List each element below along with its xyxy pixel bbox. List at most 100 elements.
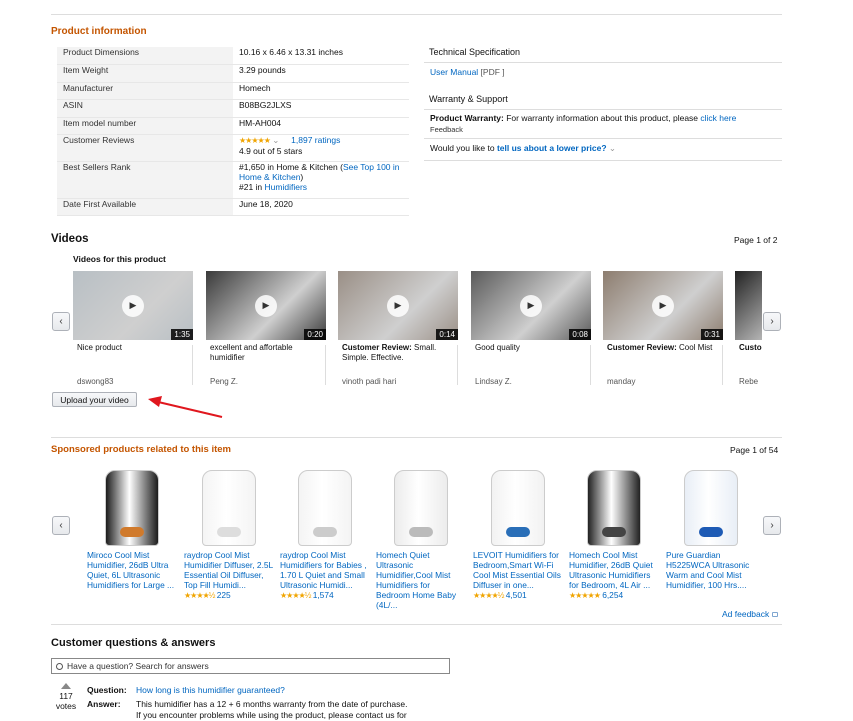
- product-title-link[interactable]: Miroco Cool Mist Humidifier, 26dB Ultra …: [87, 550, 177, 590]
- question-link[interactable]: How long is this humidifier guaranteed?: [136, 685, 285, 695]
- search-icon: [56, 663, 63, 670]
- video-author: Lindsay Z.: [475, 377, 512, 386]
- sponsored-prev-button[interactable]: ‹: [52, 516, 70, 535]
- tech-spec-title: Technical Specification: [424, 47, 782, 57]
- card-divider: [590, 345, 591, 385]
- info-value: Homech: [233, 82, 409, 99]
- video-card[interactable]: ▶0:20 excellent and affortable humidifier…: [206, 271, 326, 386]
- upload-video-button[interactable]: Upload your video: [52, 392, 137, 407]
- video-card[interactable]: ▶0:08 Good quality Lindsay Z.: [471, 271, 591, 386]
- ratings-count-link[interactable]: 1,897 ratings: [291, 135, 340, 145]
- video-caption-bold: Customer Review:: [607, 343, 677, 352]
- lower-price-link[interactable]: tell us about a lower price?: [497, 143, 607, 153]
- warranty-click-here-link[interactable]: click here: [700, 113, 736, 123]
- rating-count: 225: [217, 590, 231, 600]
- play-icon[interactable]: ▶: [652, 295, 674, 317]
- humidifiers-link[interactable]: Humidifiers: [265, 182, 308, 192]
- sponsored-product-card[interactable]: Homech Cool Mist Humidifier, 26dB Quiet …: [569, 466, 659, 600]
- play-icon[interactable]: ▶: [255, 295, 277, 317]
- humidifier-image: [105, 470, 159, 546]
- video-caption: Custoquite!: [739, 343, 758, 353]
- videos-prev-button[interactable]: ‹: [52, 312, 70, 331]
- product-rating[interactable]: ★★★★★ 6,254: [569, 590, 659, 600]
- videos-page-indicator: Page 1 of 2: [734, 235, 777, 245]
- user-manual-link[interactable]: User Manual: [430, 67, 478, 77]
- chevron-left-icon: ‹: [59, 520, 62, 531]
- qa-title: Customer questions & answers: [51, 637, 215, 649]
- product-image[interactable]: [376, 466, 466, 546]
- video-thumbnail[interactable]: [735, 271, 762, 340]
- lower-price-text: Would you like to: [430, 143, 497, 153]
- product-rating[interactable]: ★★★★½ 1,574: [280, 590, 370, 600]
- video-card[interactable]: ▶0:31Customer Review: Cool Mistmanday: [603, 271, 723, 386]
- sponsored-product-card[interactable]: Homech Quiet Ultrasonic Humidifier,Cool …: [376, 466, 466, 610]
- sponsored-product-card[interactable]: raydrop Cool Mist Humidifiers for Babies…: [280, 466, 370, 600]
- star-rating-icon[interactable]: ★★★★★: [239, 136, 270, 145]
- play-icon[interactable]: ▶: [520, 295, 542, 317]
- warranty-text: For warranty information about this prod…: [504, 113, 701, 123]
- info-row-reviews: Customer Reviews ★★★★★ ⌄ 1,897 ratings 4…: [57, 134, 409, 161]
- ad-feedback-link[interactable]: Ad feedback: [722, 609, 769, 619]
- video-caption: excellent and affortable humidifier: [210, 343, 322, 363]
- product-title-link[interactable]: Homech Cool Mist Humidifier, 26dB Quiet …: [569, 550, 659, 590]
- sponsored-next-button[interactable]: ›: [763, 516, 781, 535]
- video-caption-text: Nice product: [77, 343, 122, 352]
- product-title-link[interactable]: LEVOIT Humidifiers for Bedroom,Smart Wi-…: [473, 550, 563, 590]
- video-caption: Nice product: [77, 343, 189, 353]
- video-card[interactable]: ▶1:35Nice productdswong83: [73, 271, 193, 386]
- product-image[interactable]: [184, 466, 274, 546]
- video-caption: Good quality: [475, 343, 587, 353]
- sponsored-product-card[interactable]: LEVOIT Humidifiers for Bedroom,Smart Wi-…: [473, 466, 563, 600]
- videos-next-button[interactable]: ›: [763, 312, 781, 331]
- rank-text-2: #21 in: [239, 182, 265, 192]
- product-image[interactable]: [87, 466, 177, 546]
- product-image[interactable]: [569, 466, 659, 546]
- answer-label: Answer:: [87, 699, 121, 709]
- info-row: Item model number HM-AH004: [57, 117, 409, 134]
- play-icon[interactable]: ▶: [387, 295, 409, 317]
- product-title-link[interactable]: raydrop Cool Mist Humidifier Diffuser, 2…: [184, 550, 274, 590]
- chevron-right-icon: ›: [770, 316, 773, 327]
- info-row: Product Dimensions 10.16 x 6.46 x 13.31 …: [57, 47, 409, 64]
- rating-count: 6,254: [602, 590, 623, 600]
- product-title-link[interactable]: Homech Quiet Ultrasonic Humidifier,Cool …: [376, 550, 466, 610]
- product-title-link[interactable]: Pure Guardian H5225WCA Ultrasonic Warm a…: [666, 550, 756, 590]
- product-rating[interactable]: ★★★★½ 225: [184, 590, 274, 600]
- info-value-reviews: ★★★★★ ⌄ 1,897 ratings 4.9 out of 5 stars: [233, 134, 409, 161]
- humidifier-image: [298, 470, 352, 546]
- video-thumbnail[interactable]: ▶1:35: [73, 271, 193, 340]
- product-image[interactable]: [280, 466, 370, 546]
- product-image[interactable]: [473, 466, 563, 546]
- video-thumbnail[interactable]: ▶0:14: [338, 271, 458, 340]
- video-card[interactable]: Custoquite!Rebe: [735, 271, 762, 386]
- info-row-rank: Best Sellers Rank #1,650 in Home & Kitch…: [57, 161, 409, 198]
- info-value: June 18, 2020: [233, 198, 409, 215]
- info-label: Item model number: [57, 117, 233, 134]
- video-caption-text: Cool Mist: [677, 343, 713, 352]
- play-icon[interactable]: ▶: [122, 295, 144, 317]
- info-label: ASIN: [57, 99, 233, 117]
- video-thumbnail[interactable]: ▶ 0:31: [603, 271, 723, 340]
- manual-suffix: [PDF ]: [478, 67, 504, 77]
- sponsored-product-card[interactable]: Miroco Cool Mist Humidifier, 26dB Ultra …: [87, 466, 177, 590]
- sponsored-product-card[interactable]: raydrop Cool Mist Humidifier Diffuser, 2…: [184, 466, 274, 600]
- video-duration: 0:31: [701, 329, 723, 340]
- info-value-rank: #1,650 in Home & Kitchen (See Top 100 in…: [233, 161, 409, 198]
- product-rating[interactable]: ★★★★½ 4,501: [473, 590, 563, 600]
- video-thumbnail[interactable]: ▶0:08: [471, 271, 591, 340]
- video-thumbnail[interactable]: ▶0:20: [206, 271, 326, 340]
- vote-label: votes: [54, 701, 78, 711]
- info-label: Best Sellers Rank: [57, 161, 233, 198]
- red-arrow-icon: [140, 392, 225, 422]
- sponsored-product-card[interactable]: Pure Guardian H5225WCA Ultrasonic Warm a…: [666, 466, 756, 590]
- chevron-right-icon: ›: [770, 520, 773, 531]
- answer-text: This humidifier has a 12 + 6 months warr…: [136, 699, 407, 721]
- qa-search-input[interactable]: Have a question? Search for answers: [51, 658, 450, 674]
- chevron-down-icon: ⌄: [607, 143, 616, 153]
- speech-bubble-icon: [772, 612, 778, 617]
- video-card[interactable]: ▶0:14Customer Review: Small. Simple. Eff…: [338, 271, 458, 386]
- feedback-link[interactable]: Feedback: [424, 125, 782, 134]
- product-title-link[interactable]: raydrop Cool Mist Humidifiers for Babies…: [280, 550, 370, 590]
- upvote-icon[interactable]: [61, 683, 71, 689]
- product-image[interactable]: [666, 466, 756, 546]
